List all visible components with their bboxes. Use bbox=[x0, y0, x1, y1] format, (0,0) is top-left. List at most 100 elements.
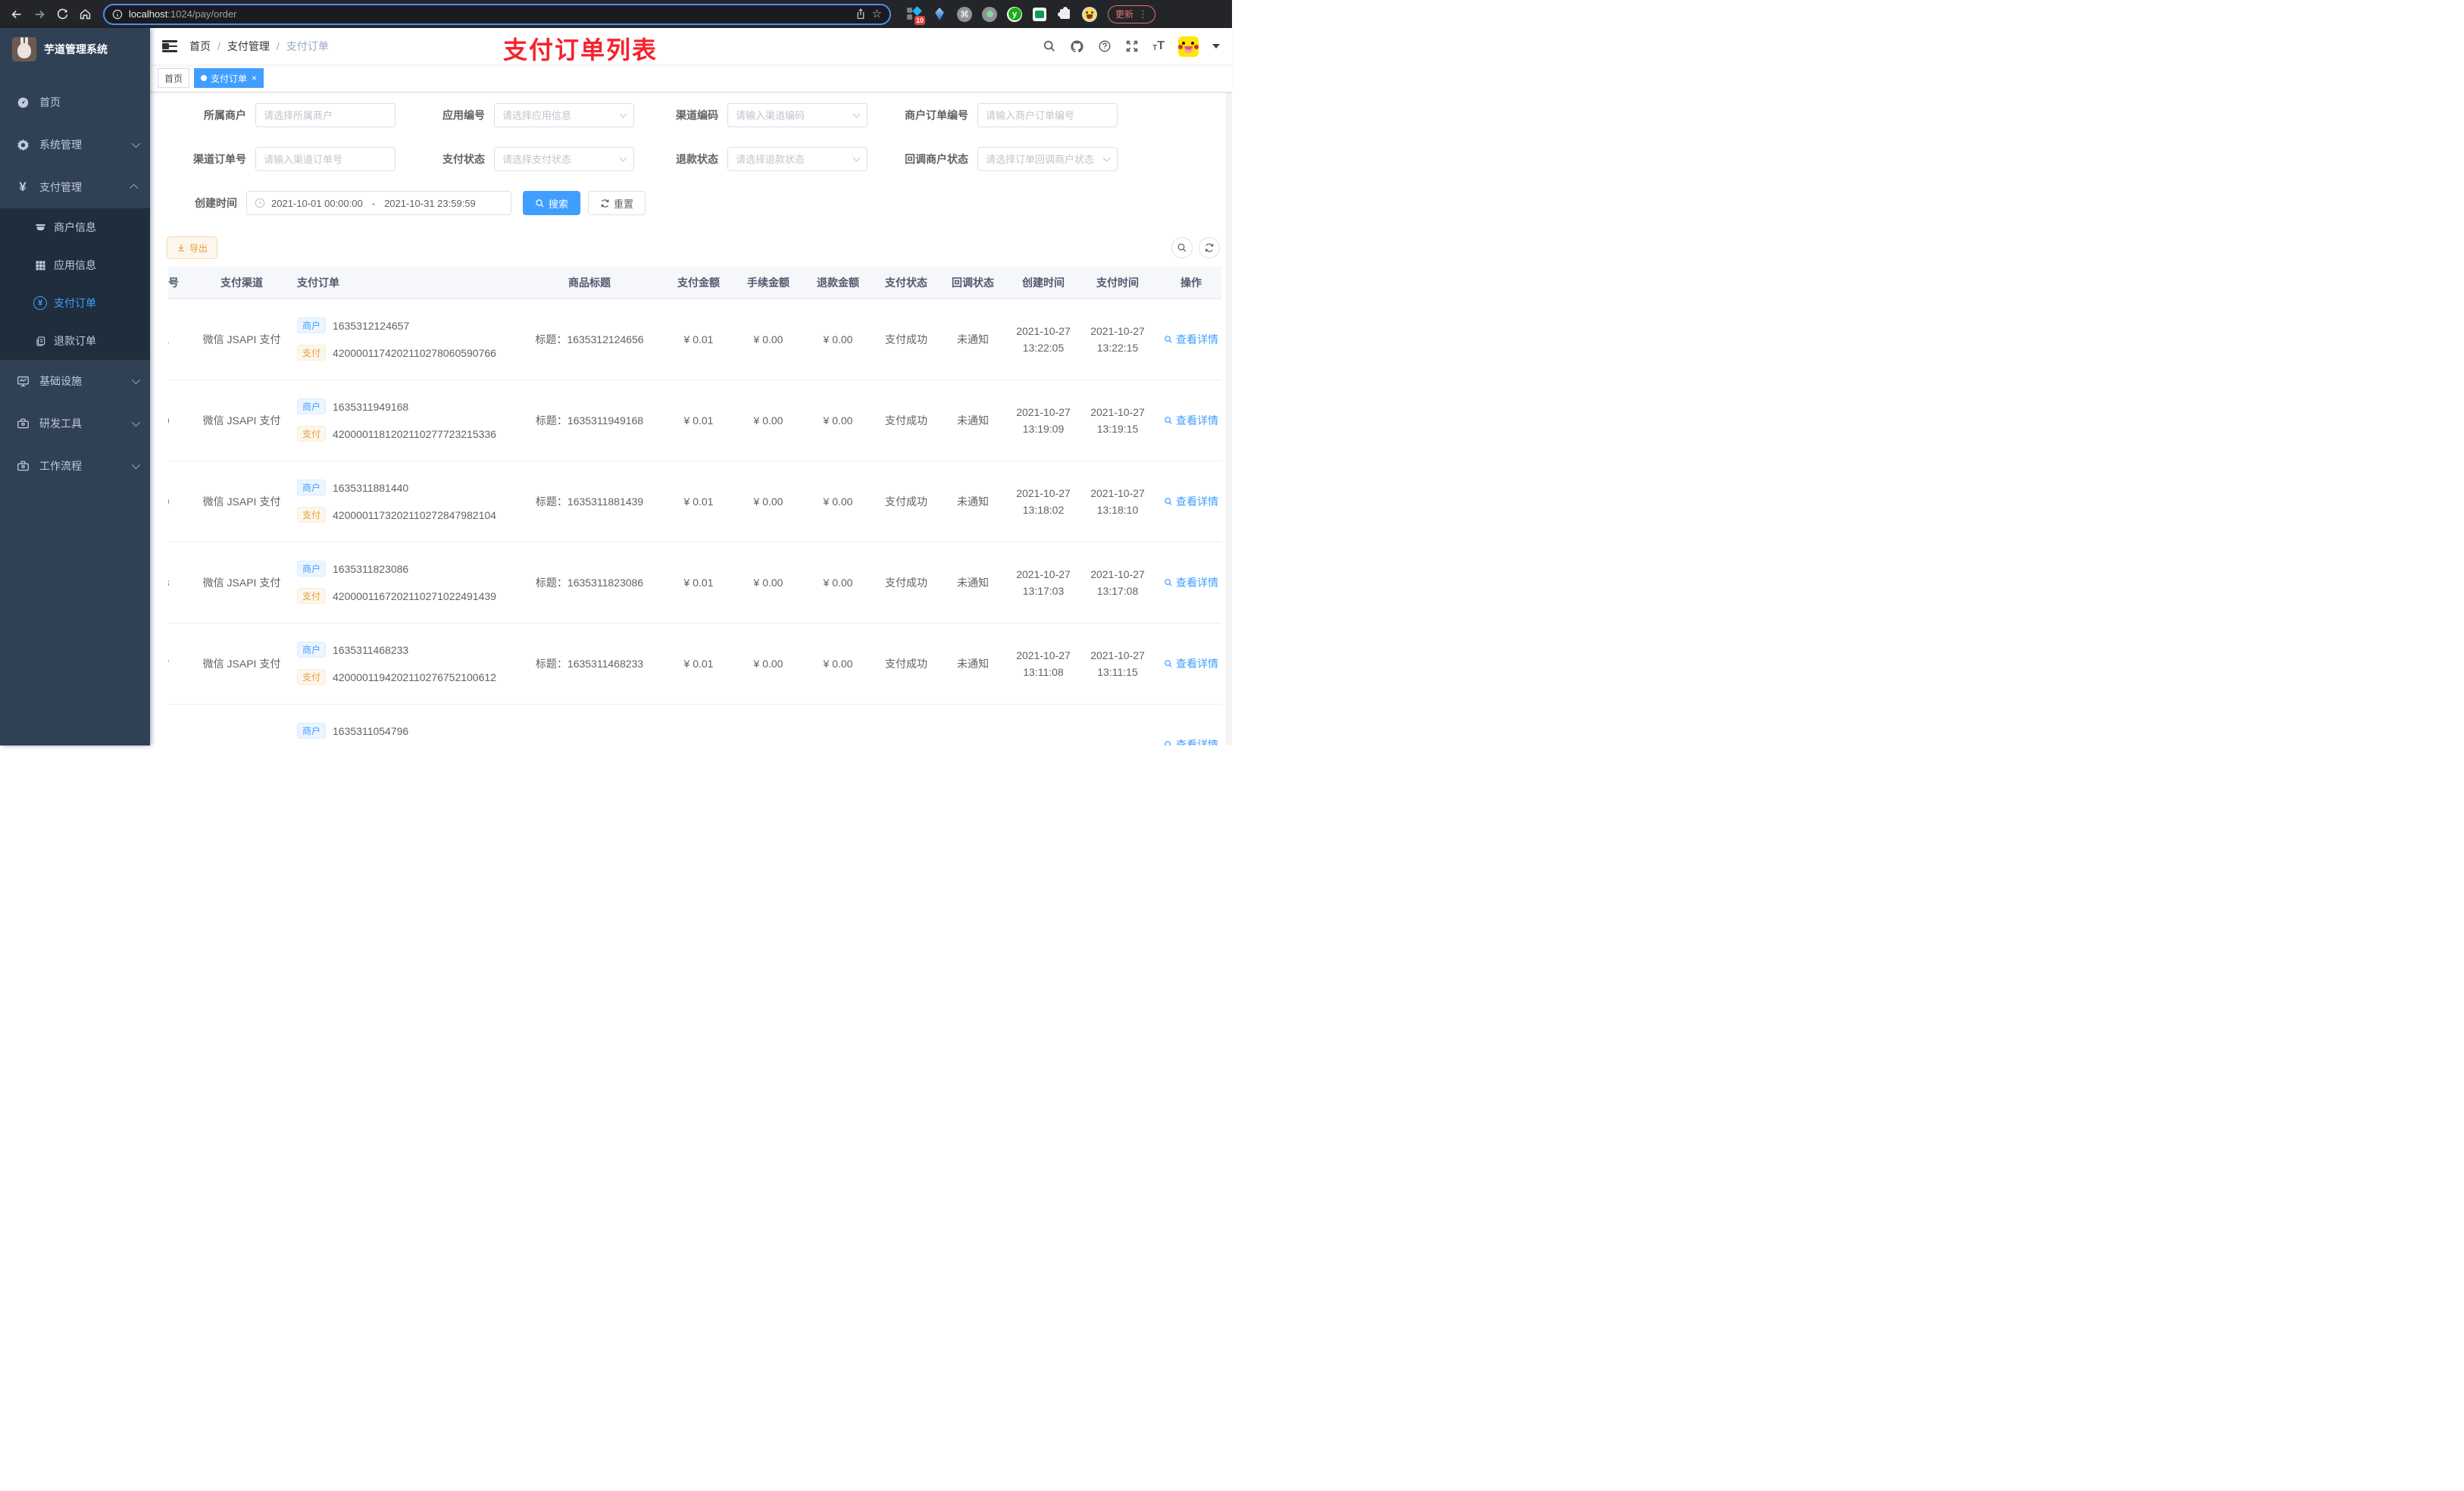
channel-pay-no: 4200001173202110272847982104 bbox=[333, 508, 496, 521]
command-extension-icon[interactable]: ⌘ bbox=[956, 6, 973, 23]
view-detail-link[interactable]: 查看详情 bbox=[1164, 332, 1218, 347]
chevron-down-icon bbox=[131, 460, 141, 470]
user-avatar[interactable] bbox=[1178, 36, 1199, 57]
filter-merchant: 所属商户 bbox=[167, 103, 396, 127]
actions-cell: 查看详情 bbox=[1155, 623, 1221, 705]
create-time: 2021-10-27 13:22:05 bbox=[1006, 299, 1080, 380]
page-title: 支付订单列表 bbox=[503, 36, 658, 64]
share-icon[interactable] bbox=[855, 8, 866, 20]
create-time bbox=[1006, 704, 1080, 746]
merchant-input[interactable] bbox=[264, 109, 387, 121]
table-toolbar: 导出 bbox=[167, 236, 1220, 259]
help-icon[interactable] bbox=[1098, 39, 1112, 53]
create-time: 2021-10-27 13:19:09 bbox=[1006, 380, 1080, 461]
order-id: 20 bbox=[168, 380, 195, 461]
browser-menu-icon[interactable]: ⋮ bbox=[1138, 8, 1148, 20]
shop-icon bbox=[33, 222, 47, 233]
refund-status-select[interactable] bbox=[736, 153, 849, 165]
view-detail-link[interactable]: 查看详情 bbox=[1164, 413, 1218, 428]
notify-status: 未通知 bbox=[940, 623, 1006, 705]
chevron-down-icon bbox=[131, 375, 141, 385]
channel-code-select[interactable] bbox=[736, 109, 849, 121]
sidebar-menu: 首页 系统管理 ¥ 支付管理 商户信息 应用信息 ¥ 支付订单 退款订单 基础设… bbox=[0, 81, 150, 487]
chevron-down-icon bbox=[131, 417, 141, 427]
breadcrumb-payment[interactable]: 支付管理 bbox=[227, 39, 270, 54]
browser-reload-icon[interactable] bbox=[53, 5, 71, 23]
site-info-icon[interactable] bbox=[112, 9, 123, 20]
puzzle-extension-icon[interactable] bbox=[1056, 6, 1073, 23]
breadcrumb: 首页 / 支付管理 / 支付订单 bbox=[189, 39, 329, 54]
sidebar-item-label: 应用信息 bbox=[54, 259, 96, 271]
pay-amount: ¥ 0.01 bbox=[664, 380, 733, 461]
tab-home[interactable]: 首页 bbox=[158, 68, 190, 88]
sidebar-item-label: 首页 bbox=[39, 96, 61, 108]
sidebar-item-label: 退款订单 bbox=[54, 335, 96, 347]
table-row: 18 微信 JSAPI 支付 商户 1635311823086 bbox=[168, 542, 1221, 624]
tab-pay-order[interactable]: 支付订单 × bbox=[194, 68, 264, 88]
date-range-input[interactable]: 2021-10-01 00:00:00 - 2021-10-31 23:59:5… bbox=[246, 191, 511, 215]
filter-channel-code: 渠道编码 bbox=[634, 103, 868, 127]
breadcrumb-home[interactable]: 首页 bbox=[189, 39, 211, 54]
close-icon[interactable]: × bbox=[252, 73, 257, 83]
bookmark-star-icon[interactable]: ☆ bbox=[872, 8, 882, 20]
sidebar-item-system[interactable]: 系统管理 bbox=[0, 123, 150, 166]
pay-channel bbox=[195, 704, 288, 746]
notify-status: 未通知 bbox=[940, 299, 1006, 380]
pay-order-cell: 商户 1635311949168 支付 42000011812021102777… bbox=[288, 380, 515, 461]
search-icon[interactable] bbox=[1043, 39, 1056, 53]
export-button[interactable]: 导出 bbox=[167, 236, 218, 259]
channel-order-no-input[interactable] bbox=[264, 153, 387, 165]
url-text[interactable]: localhost:1024/pay/order bbox=[129, 8, 849, 20]
merchant-tag: 商户 bbox=[297, 561, 327, 577]
refresh-table-button[interactable] bbox=[1199, 237, 1220, 258]
sidebar-item-refund-order[interactable]: 退款订单 bbox=[0, 322, 150, 360]
sidebar-item-infrastructure[interactable]: 基础设施 bbox=[0, 360, 150, 402]
sidebar: 芋道管理系统 首页 系统管理 ¥ 支付管理 商户信息 应用信息 ¥ 支付订单 退… bbox=[0, 28, 150, 746]
chevron-up-icon bbox=[129, 183, 139, 193]
browser-home-icon[interactable] bbox=[76, 5, 94, 23]
col-create-time: 创建时间 bbox=[1006, 267, 1080, 299]
pay-tag: 支付 bbox=[297, 345, 327, 361]
table-header-row: 编号 支付渠道 支付订单 商品标题 支付金额 手续金额 退款金额 支付状态 回调… bbox=[168, 267, 1221, 299]
sidebar-item-workflow[interactable]: 工作流程 bbox=[0, 445, 150, 487]
reset-button[interactable]: 重置 bbox=[588, 191, 646, 215]
address-bar[interactable]: localhost:1024/pay/order ☆ bbox=[103, 3, 891, 25]
app-logo[interactable]: 芋道管理系统 bbox=[0, 28, 150, 70]
pinned-extension-icon[interactable]: 10 bbox=[906, 5, 925, 25]
chat-extension-icon[interactable] bbox=[1031, 6, 1048, 23]
recorder-extension-icon[interactable] bbox=[981, 6, 998, 23]
col-id: 编号 bbox=[168, 267, 195, 299]
col-amount: 支付金额 bbox=[664, 267, 733, 299]
view-detail-link[interactable]: 查看详情 bbox=[1164, 494, 1218, 509]
merchant-order-no-input[interactable] bbox=[986, 109, 1109, 121]
view-detail-link[interactable]: 查看详情 bbox=[1164, 575, 1218, 590]
view-detail-link[interactable]: 查看详情 bbox=[1164, 737, 1218, 746]
browser-forward-icon[interactable] bbox=[30, 5, 48, 23]
browser-back-icon[interactable] bbox=[8, 5, 26, 23]
gem-extension-icon[interactable] bbox=[931, 6, 948, 23]
avatar-dropdown-icon[interactable] bbox=[1212, 44, 1220, 52]
search-button[interactable]: 搜索 bbox=[523, 191, 581, 215]
sidebar-toggle-icon[interactable] bbox=[162, 40, 177, 52]
sidebar-item-payment[interactable]: ¥ 支付管理 bbox=[0, 166, 150, 208]
sidebar-item-app-info[interactable]: 应用信息 bbox=[0, 246, 150, 284]
view-detail-link[interactable]: 查看详情 bbox=[1164, 656, 1218, 671]
sidebar-item-dev-tools[interactable]: 研发工具 bbox=[0, 402, 150, 445]
github-icon[interactable] bbox=[1070, 39, 1084, 54]
sidebar-item-home[interactable]: 首页 bbox=[0, 81, 150, 123]
browser-update-button[interactable]: 更新 ⋮ bbox=[1108, 5, 1156, 23]
channel-pay-no: 4200001181202110277723215336 bbox=[333, 427, 496, 440]
sidebar-item-pay-order[interactable]: ¥ 支付订单 bbox=[0, 284, 150, 322]
toggle-search-button[interactable] bbox=[1171, 237, 1193, 258]
fullscreen-icon[interactable] bbox=[1125, 39, 1139, 53]
emoji-extension-icon[interactable] bbox=[1081, 6, 1098, 23]
pay-status-select[interactable] bbox=[502, 153, 616, 165]
y-extension-icon[interactable]: y bbox=[1006, 6, 1023, 23]
refund-amount: ¥ 0.00 bbox=[803, 623, 873, 705]
app-select[interactable] bbox=[502, 109, 616, 121]
notify-status-select[interactable] bbox=[986, 153, 1099, 165]
sidebar-item-merchant-info[interactable]: 商户信息 bbox=[0, 208, 150, 246]
scrollbar-track[interactable] bbox=[1226, 92, 1232, 746]
create-time: 2021-10-27 13:18:02 bbox=[1006, 461, 1080, 542]
font-size-icon[interactable]: TT bbox=[1152, 40, 1165, 52]
